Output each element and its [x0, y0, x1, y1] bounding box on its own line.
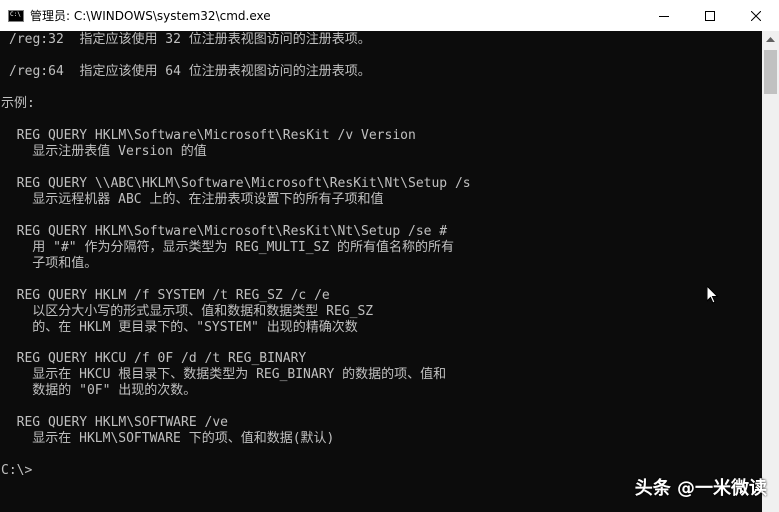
console-line: 数据的 "0F" 出现的次数。 — [1, 383, 197, 398]
minimize-icon — [659, 15, 669, 17]
console-line: 显示在 HKLM\SOFTWARE 下的项、值和数据(默认) — [1, 431, 335, 446]
cmd-icon[interactable]: C:\ — [8, 9, 24, 22]
console-output[interactable]: /reg:32 指定应该使用 32 位注册表视图访问的注册表项。 /reg:64… — [0, 31, 762, 512]
maximize-icon — [705, 10, 715, 21]
watermark: 头条 @一米微读 — [634, 478, 767, 499]
console-line: REG QUERY HKLM /f SYSTEM /t REG_SZ /c /e — [1, 288, 330, 303]
mouse-pointer-icon — [706, 284, 719, 309]
console-line: 用 "#" 作为分隔符，显示类型为 REG_MULTI_SZ 的所有值名称的所有 — [1, 240, 455, 255]
console-line: REG QUERY HKLM\Software\Microsoft\ResKit… — [1, 224, 448, 239]
console-line: 显示远程机器 ABC 上的、在注册表项设置下的所有子项和值 — [1, 192, 384, 207]
scroll-up-button[interactable] — [762, 31, 779, 48]
console-line: 子项和值。 — [1, 256, 98, 271]
console-line: 的、在 HKLM 更目录下的、"SYSTEM" 出现的精确次数 — [1, 320, 358, 335]
title-bar[interactable]: C:\ 管理员: C:\WINDOWS\system32\cmd.exe — [0, 0, 779, 31]
close-icon — [751, 10, 761, 21]
console-line: 以区分大小写的形式显示项、值和数据和数据类型 REG_SZ — [1, 304, 374, 319]
console-line: REG QUERY HKLM\Software\Microsoft\ResKit… — [1, 128, 416, 143]
console-line: 显示在 HKCU 根目录下、数据类型为 REG_BINARY 的数据的项、值和 — [1, 367, 447, 382]
minimize-button[interactable] — [641, 0, 687, 31]
console-line: /reg:32 指定应该使用 32 位注册表视图访问的注册表项。 — [9, 32, 371, 47]
cmd-window: C:\ 管理员: C:\WINDOWS\system32\cmd.exe /re… — [0, 0, 779, 512]
command-prompt: C:\> — [1, 463, 33, 478]
scroll-thumb[interactable] — [764, 50, 777, 94]
console-line: REG QUERY \\ABC\HKLM\Software\Microsoft\… — [1, 176, 471, 191]
window-title: 管理员: C:\WINDOWS\system32\cmd.exe — [30, 9, 271, 23]
console-line: REG QUERY HKCU /f 0F /d /t REG_BINARY — [1, 351, 307, 366]
console-line: REG QUERY HKLM\SOFTWARE /ve — [1, 415, 228, 430]
console-line: 示例: — [1, 96, 35, 111]
chevron-up-icon — [766, 36, 775, 42]
console-line: /reg:64 指定应该使用 64 位注册表视图访问的注册表项。 — [9, 64, 371, 79]
window-controls — [641, 0, 779, 31]
close-button[interactable] — [733, 0, 779, 31]
cmd-icon-text: C:\ — [10, 10, 21, 18]
maximize-button[interactable] — [687, 0, 733, 31]
console-line: 显示注册表值 Version 的值 — [1, 144, 207, 159]
vertical-scrollbar[interactable] — [762, 31, 779, 512]
